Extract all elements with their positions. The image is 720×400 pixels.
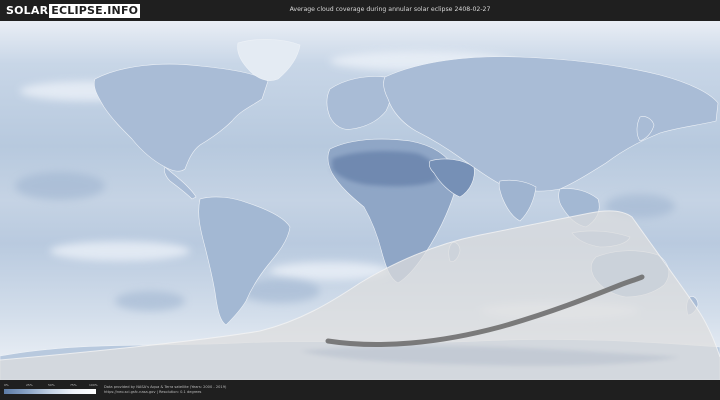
data-credit: Data provided by NASA's Aqua & Terra sat… — [104, 385, 227, 389]
page-title: Average cloud coverage during annular so… — [289, 6, 491, 13]
legend-tick-0: 0% — [4, 383, 9, 387]
legend-tick-75: 75% — [70, 383, 77, 387]
logo-text-solar: SOLAR — [6, 4, 49, 17]
footer-bar: 0% 25% 50% 75% 100% Data provided by NAS… — [0, 380, 720, 400]
legend-tick-50: 50% — [48, 383, 55, 387]
header-bar: SOLAR ECLIPSE.INFO Average cloud coverag… — [0, 0, 720, 21]
logo-text-eclipse: ECLIPSE.INFO — [49, 3, 141, 18]
data-source-link[interactable]: https://neo.sci.gsfc.nasa.gov | Resoluti… — [104, 390, 201, 394]
page: SOLAR ECLIPSE.INFO Average cloud coverag… — [0, 0, 720, 400]
site-logo[interactable]: SOLAR ECLIPSE.INFO — [6, 3, 141, 18]
legend-tick-100: 100% — [89, 383, 98, 387]
cloud-coverage-map — [0, 21, 720, 380]
legend-tick-25: 25% — [26, 383, 33, 387]
cloud-coverage-legend — [4, 389, 96, 394]
